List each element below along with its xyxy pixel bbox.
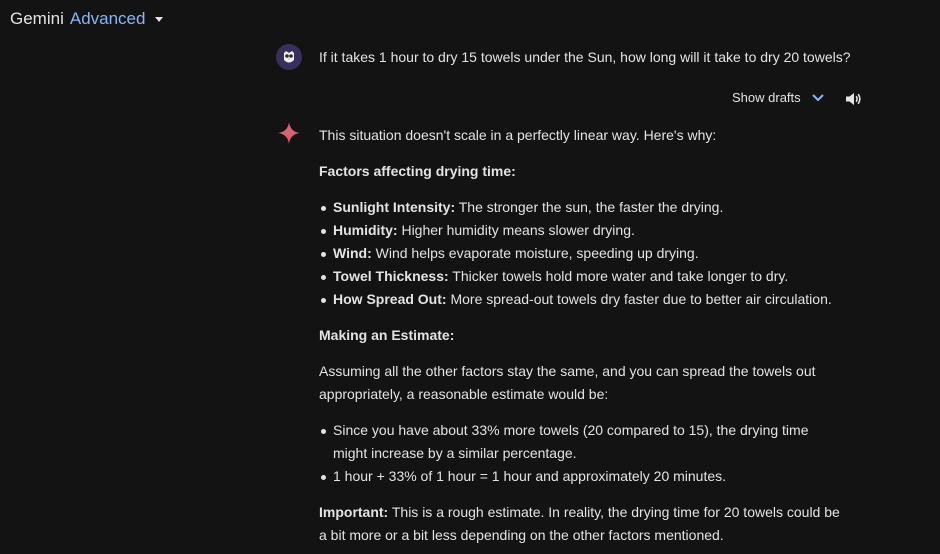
response-intro: This situation doesn't scale in a perfec… bbox=[319, 127, 717, 143]
caret-down-icon bbox=[155, 16, 164, 22]
model-response: This situation doesn't scale in a perfec… bbox=[319, 124, 844, 547]
list-item: How Spread Out: More spread-out towels d… bbox=[319, 288, 844, 311]
estimate-list: Since you have about 33% more towels (20… bbox=[319, 419, 844, 488]
model-selector[interactable]: Gemini Advanced bbox=[10, 9, 164, 29]
chevron-down-icon bbox=[811, 93, 824, 101]
user-prompt-text: If it takes 1 hour to dry 15 towels unde… bbox=[319, 49, 851, 65]
read-aloud-button[interactable] bbox=[843, 89, 863, 114]
show-drafts-button[interactable]: Show drafts bbox=[732, 90, 825, 105]
factors-list: Sunlight Intensity: The stronger the sun… bbox=[319, 196, 844, 311]
brand-tier: Advanced bbox=[69, 9, 146, 28]
gemini-chat-window: Gemini Advanced If it takes 1 hour to dr… bbox=[0, 0, 940, 554]
list-item: 1 hour + 33% of 1 hour = 1 hour and appr… bbox=[319, 465, 844, 488]
list-item: Humidity: Higher humidity means slower d… bbox=[319, 219, 844, 242]
volume-icon bbox=[846, 93, 861, 105]
owl-avatar-icon bbox=[284, 51, 294, 63]
estimate-intro: Assuming all the other factors stay the … bbox=[319, 363, 816, 402]
gemini-spark-icon bbox=[277, 121, 301, 150]
factors-heading: Factors affecting drying time: bbox=[319, 163, 516, 179]
important-note: Important: This is a rough estimate. In … bbox=[319, 504, 840, 543]
show-drafts-label: Show drafts bbox=[732, 90, 801, 105]
list-item: Since you have about 33% more towels (20… bbox=[319, 419, 844, 465]
list-item: Towel Thickness: Thicker towels hold mor… bbox=[319, 265, 844, 288]
brand-name: Gemini bbox=[10, 9, 64, 28]
list-item: Wind: Wind helps evaporate moisture, spe… bbox=[319, 242, 844, 265]
user-avatar[interactable] bbox=[276, 44, 302, 70]
estimate-heading: Making an Estimate: bbox=[319, 327, 455, 343]
list-item: Sunlight Intensity: The stronger the sun… bbox=[319, 196, 844, 219]
